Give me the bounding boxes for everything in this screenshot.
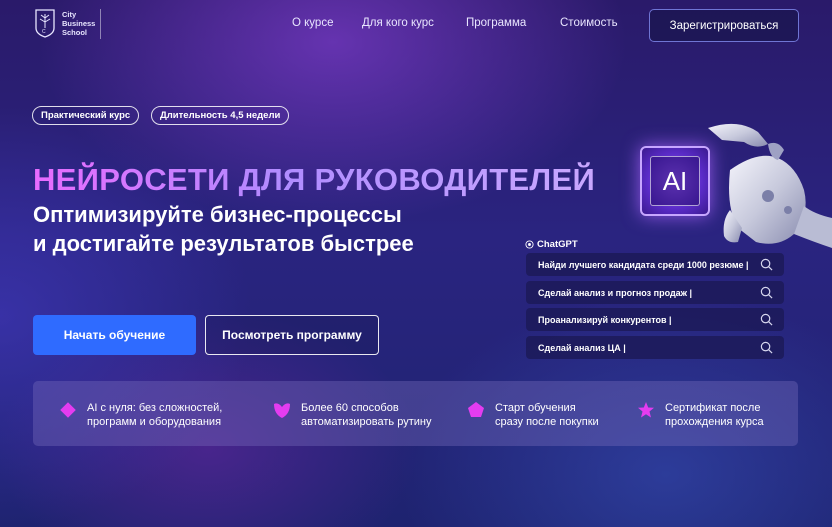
prompt-text: Сделай анализ и прогноз продаж | [538, 287, 693, 298]
logo-text: City Business School [62, 9, 96, 37]
nav-about[interactable]: О курсе [292, 17, 333, 29]
logo-emblem-icon: C [34, 8, 56, 38]
prompt-text: Проанализируй конкурентов | [538, 314, 672, 325]
prompt-item[interactable]: Найди лучшего кандидата среди 1000 резюм… [526, 253, 784, 276]
logo[interactable]: C City Business School [34, 8, 95, 38]
logo-divider [100, 9, 101, 39]
ai-chip: AI [640, 146, 710, 216]
search-icon[interactable] [760, 258, 773, 271]
tag-duration: Длительность 4,5 недели [151, 106, 290, 125]
search-icon[interactable] [760, 341, 773, 354]
feature-item: AI с нуля: без сложностей, программ и об… [59, 401, 222, 429]
ai-chip-label: AI [650, 156, 700, 206]
feature-item: Более 60 способов автоматизировать рутин… [273, 401, 431, 429]
feature-text: Сертификат после прохождения курса [665, 402, 764, 428]
diamond-icon [60, 402, 76, 418]
feature-text: AI с нуля: без сложностей, программ и об… [87, 402, 223, 428]
feature-item: Сертификат после прохождения курса [637, 401, 764, 429]
feature-item: Старт обучения сразу после покупки [467, 401, 599, 429]
star-icon [638, 402, 654, 418]
prompt-text: Сделай анализ ЦА | [538, 342, 626, 353]
chatgpt-label: ChatGPT [525, 239, 578, 250]
features-strip: AI с нуля: без сложностей, программ и об… [33, 381, 798, 446]
hero-title: НЕЙРОСЕТИ ДЛЯ РУКОВОДИТЕЛЕЙ [33, 162, 596, 197]
tag-practical-course: Практический курс [32, 106, 140, 125]
search-icon[interactable] [760, 313, 773, 326]
nav-program[interactable]: Программа [466, 17, 526, 29]
nav-price[interactable]: Стоимость [560, 17, 618, 29]
start-learning-button[interactable]: Начать обучение [33, 315, 196, 355]
prompt-item[interactable]: Проанализируй конкурентов | [526, 308, 784, 331]
chatgpt-icon [525, 240, 534, 249]
heart-shape-icon [274, 403, 290, 418]
hero-subtitle-line2: и достигайте результатов быстрее [33, 231, 414, 256]
svg-text:C: C [42, 29, 46, 35]
chatgpt-label-text: ChatGPT [537, 239, 578, 250]
register-button[interactable]: Зарегистрироваться [649, 9, 799, 42]
pentagon-icon [468, 402, 484, 417]
prompt-text: Найди лучшего кандидата среди 1000 резюм… [538, 259, 749, 270]
prompt-item[interactable]: Сделай анализ ЦА | [526, 336, 784, 359]
search-icon[interactable] [760, 286, 773, 299]
feature-text: Старт обучения сразу после покупки [495, 402, 599, 428]
nav-audience[interactable]: Для кого курс [362, 17, 434, 29]
hero-subtitle-line1: Оптимизируйте бизнес-процессы [33, 202, 402, 227]
prompt-item[interactable]: Сделай анализ и прогноз продаж | [526, 281, 784, 304]
feature-text: Более 60 способов автоматизировать рутин… [301, 402, 432, 428]
view-program-button[interactable]: Посмотреть программу [205, 315, 379, 355]
